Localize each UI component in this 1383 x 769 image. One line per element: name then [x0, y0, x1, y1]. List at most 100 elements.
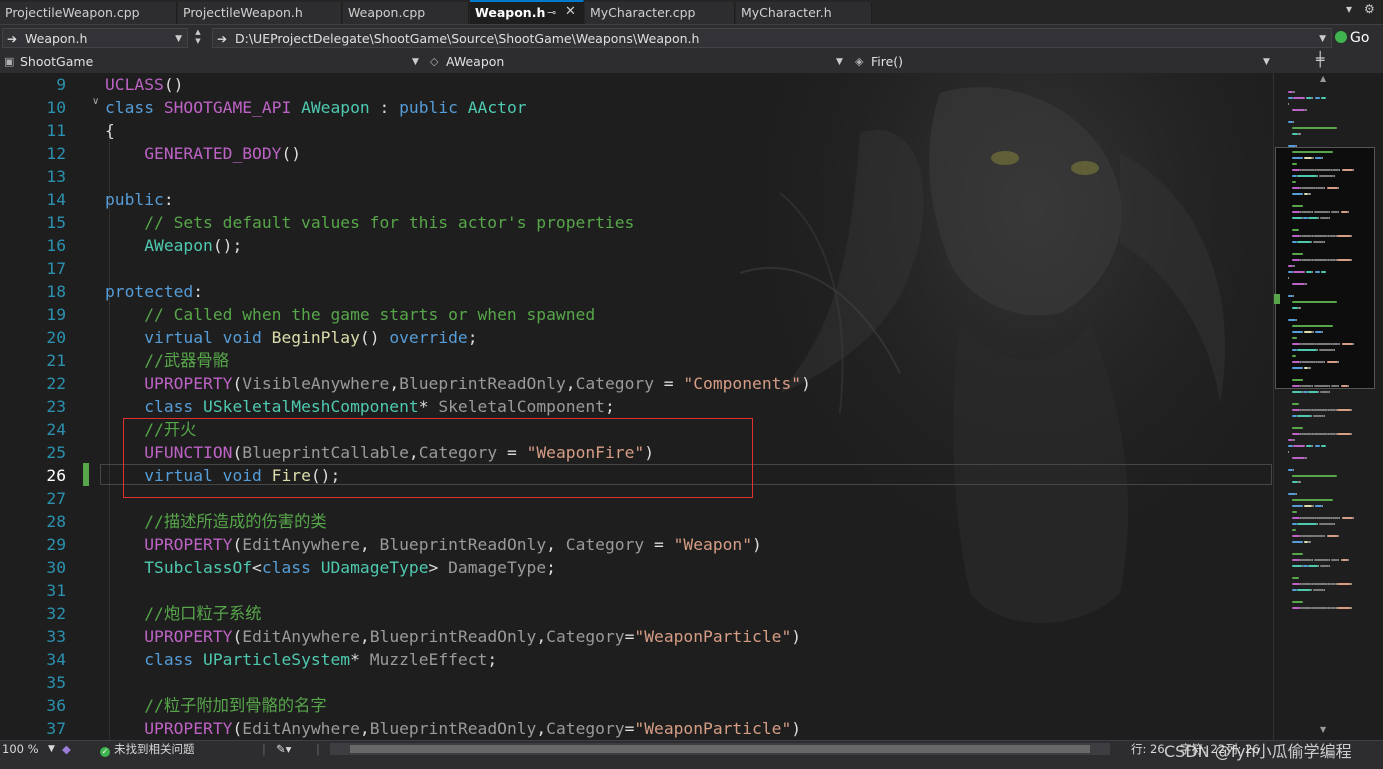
issues-indicator[interactable]: ✓ 未找到相关问题 — [100, 741, 195, 757]
minimap-stroke — [1315, 331, 1322, 333]
collapse-icon[interactable]: ∨ — [92, 96, 99, 107]
code-token: //描述所造成的伤害的类 — [144, 512, 327, 531]
minimap-stroke — [1301, 535, 1316, 537]
code-text[interactable]: class USkeletalMeshComponent* SkeletalCo… — [105, 395, 615, 418]
code-text[interactable]: //粒子附加到骨骼的名字 — [105, 694, 326, 717]
code-token: "WeaponFire" — [526, 443, 645, 462]
tab-label: ProjectileWeapon.cpp — [5, 5, 140, 20]
code-text[interactable]: UPROPERTY(EditAnywhere,BlueprintReadOnly… — [105, 625, 801, 648]
code-token: Category — [546, 627, 625, 646]
minimap-stroke — [1297, 241, 1311, 243]
tab-mycharacter-h[interactable]: MyCharacter.h — [736, 2, 872, 24]
minimap-stroke — [1315, 505, 1322, 507]
code-editor[interactable]: ∨ 9 UCLASS() 10 class SHOOTGAME_API AWeapon… — [0, 73, 1273, 740]
tab-mycharacter-cpp[interactable]: MyCharacter.cpp — [585, 2, 735, 24]
minimap-scrollbar[interactable]: ▲ ▼ — [1273, 73, 1383, 740]
code-text[interactable]: //武器骨骼 — [105, 349, 229, 372]
minimap-stroke — [1319, 349, 1334, 351]
minimap-stroke — [1288, 319, 1296, 321]
path-combo[interactable]: ➔ D:\UEProjectDelegate\ShootGame\Source\… — [212, 28, 1332, 48]
code-token: override — [389, 328, 468, 347]
code-text[interactable]: class SHOOTGAME_API AWeapon : public AAc… — [105, 96, 527, 119]
tab-weapon-h[interactable]: Weapon.h ⊸ ✕ — [470, 0, 584, 24]
copilot-icon[interactable]: ◆ — [62, 741, 71, 757]
tab-weapon-cpp[interactable]: Weapon.cpp — [343, 2, 469, 24]
minimap-stroke — [1292, 187, 1300, 189]
code-text[interactable]: public: — [105, 188, 174, 211]
go-button[interactable]: Go — [1335, 27, 1373, 49]
minimap-stroke — [1313, 259, 1328, 261]
chevron-down-icon[interactable]: ▼ — [48, 741, 55, 757]
separator: | — [316, 742, 320, 756]
minimap-viewport[interactable] — [1275, 147, 1375, 389]
code-token: = — [644, 535, 674, 554]
spin-icon[interactable]: ▲ ▼ — [192, 28, 204, 48]
code-text[interactable]: { — [105, 119, 115, 142]
minimap-stroke — [1351, 433, 1352, 435]
code-token: : — [193, 282, 204, 301]
minimap-stroke — [1292, 577, 1299, 579]
code-text[interactable]: UPROPERTY(EditAnywhere, BlueprintReadOnl… — [105, 533, 762, 556]
code-text[interactable]: UCLASS() — [105, 73, 183, 96]
code-token: Category — [565, 535, 645, 554]
line-number: 31 — [46, 581, 66, 600]
horizontal-scrollbar[interactable] — [330, 743, 1110, 755]
settings-icon[interactable]: ⚙ — [1364, 2, 1375, 16]
minimap-stroke — [1301, 559, 1312, 561]
split-window-icon[interactable]: ╪ — [1316, 52, 1324, 68]
code-token: ; — [467, 328, 478, 347]
minimap-stroke — [1329, 385, 1330, 387]
minimap-stroke — [1329, 565, 1330, 567]
code-text[interactable]: virtual void BeginPlay() override; — [105, 326, 478, 349]
minimap-stroke — [1292, 217, 1302, 219]
code-text[interactable]: GENERATED_BODY() — [105, 142, 301, 165]
pin-icon[interactable]: ⊸ — [547, 2, 556, 24]
code-token: SHOOTGAME_API — [163, 98, 302, 117]
minimap-stroke — [1311, 241, 1312, 243]
tab-list-dropdown-icon[interactable]: ▾ — [1346, 2, 1352, 16]
code-text[interactable]: virtual void Fire(); — [105, 464, 340, 487]
minimap-stroke — [1292, 403, 1299, 405]
minimap-stroke — [1348, 211, 1349, 213]
code-text[interactable]: class UParticleSystem* MuzzleEffect; — [105, 648, 497, 671]
code-text[interactable]: AWeapon(); — [105, 234, 242, 257]
member-dropdown[interactable]: ◈ Fire() ▼ — [851, 52, 1291, 72]
code-token: UDamageType — [320, 558, 429, 577]
tab-projectileweapon-cpp[interactable]: ProjectileWeapon.cpp — [0, 2, 177, 24]
row-indicator[interactable]: 行: 26 — [1131, 741, 1165, 757]
minimap-stroke — [1304, 505, 1312, 507]
code-text[interactable]: protected: — [105, 280, 203, 303]
code-text[interactable]: // Called when the game starts or when s… — [105, 303, 595, 326]
line-number: 28 — [46, 512, 66, 531]
scroll-up-icon[interactable]: ▲ — [1320, 74, 1326, 83]
minimap-stroke — [1321, 271, 1326, 273]
minimap-stroke — [1301, 583, 1312, 585]
scroll-down-icon[interactable]: ▼ — [1320, 725, 1326, 734]
horizontal-scroll-thumb[interactable] — [350, 745, 1090, 753]
minimap-stroke — [1292, 259, 1300, 261]
code-text[interactable]: //描述所造成的伤害的类 — [105, 510, 327, 533]
code-text[interactable]: UPROPERTY(VisibleAnywhere,BlueprintReadO… — [105, 372, 811, 395]
project-dropdown[interactable]: ▣ ShootGame ▼ — [0, 52, 440, 72]
chevron-down-icon: ▼ — [1319, 34, 1326, 44]
code-text[interactable]: // Sets default values for this actor's … — [105, 211, 634, 234]
minimap-stroke — [1301, 361, 1316, 363]
code-text[interactable]: //开火 — [105, 418, 196, 441]
file-combo[interactable]: ➔ Weapon.h ▼ — [2, 28, 188, 48]
brush-icon[interactable]: ✎▾ — [276, 741, 291, 757]
code-text[interactable]: UFUNCTION(BlueprintCallable,Category = "… — [105, 441, 654, 464]
minimap-stroke — [1292, 211, 1300, 213]
code-token: (); — [310, 466, 341, 485]
code-text[interactable]: TSubclassOf<class UDamageType> DamageTyp… — [105, 556, 556, 579]
class-dropdown[interactable]: ◇ AWeapon ▼ — [426, 52, 866, 72]
tab-projectileweapon-h[interactable]: ProjectileWeapon.h — [178, 2, 342, 24]
close-icon[interactable]: ✕ — [565, 2, 576, 23]
code-text[interactable]: //炮口粒子系统 — [105, 602, 261, 625]
minimap-stroke — [1324, 187, 1325, 189]
code-text[interactable]: UPROPERTY(EditAnywhere,BlueprintReadOnly… — [105, 717, 801, 740]
zoom-level[interactable]: 100 % — [2, 741, 39, 757]
go-label: Go — [1350, 30, 1370, 46]
